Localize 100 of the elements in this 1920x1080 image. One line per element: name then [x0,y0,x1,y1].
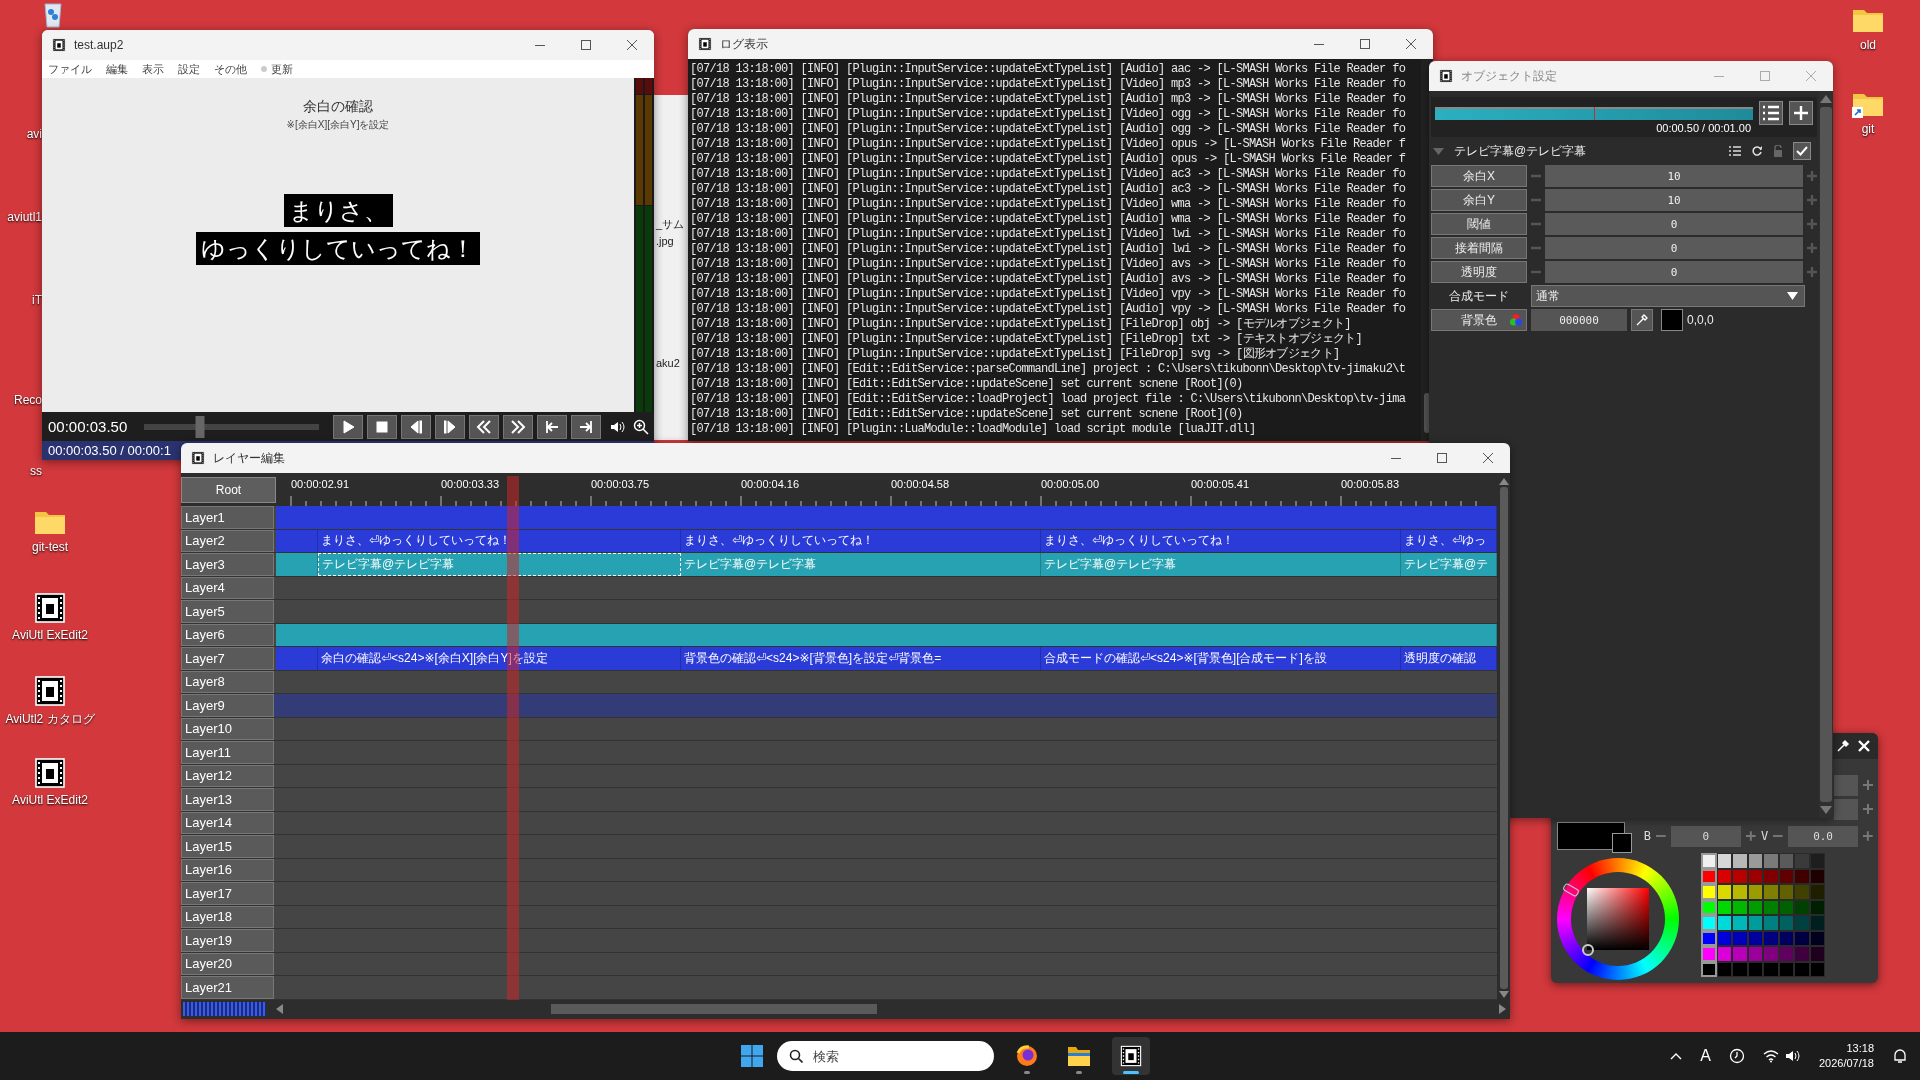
eyedropper-icon[interactable] [1836,739,1850,753]
palette-swatch[interactable] [1732,915,1748,931]
input-method-indicator[interactable]: A [1700,1047,1711,1065]
end-button[interactable] [571,414,601,439]
hex-field[interactable]: 000000 [1531,309,1627,331]
scroll-down-icon[interactable] [1820,806,1832,814]
plus-icon[interactable] [1863,831,1873,841]
parameter-button[interactable]: 接着間隔 [1431,237,1527,259]
palette-swatch[interactable] [1763,946,1779,962]
ff-button[interactable] [503,414,533,439]
color-swatch[interactable] [1661,309,1683,331]
palette-swatch[interactable] [1794,884,1810,900]
menu-item[interactable]: 表示 [142,61,164,77]
parameter-button[interactable]: 背景色 [1431,309,1527,331]
palette-swatch[interactable] [1732,884,1748,900]
value-field[interactable]: 10 [1545,165,1803,187]
value-field[interactable]: 0 [1545,237,1803,259]
list-icon[interactable] [1729,145,1741,157]
scrollbar[interactable] [1819,91,1833,818]
timeline-clip[interactable] [276,529,318,552]
scroll-right-icon[interactable] [1499,1004,1506,1015]
layer-label[interactable]: Layer20 [181,952,274,975]
scroll-left-icon[interactable] [276,1004,283,1015]
maximize-icon[interactable] [1436,452,1448,464]
scroll-up-icon[interactable] [1498,478,1509,485]
scene-button[interactable]: Root [181,477,276,503]
plus-icon[interactable] [1807,171,1817,181]
timeline-clip[interactable]: 透明度の確認 [1401,647,1497,670]
menu-item[interactable]: その他 [214,61,247,77]
palette-swatch[interactable] [1794,946,1810,962]
desktop-icon-label[interactable]: iT [0,293,42,307]
layer-label[interactable]: Layer21 [181,976,274,999]
plus-icon[interactable] [1807,195,1817,205]
menu-item[interactable]: 編集 [106,61,128,77]
horizontal-scrollbar[interactable] [276,1004,1506,1015]
plus-icon[interactable] [1746,831,1756,841]
maximize-icon[interactable] [580,39,592,51]
timeline-clip[interactable]: まりさ、⏎ゆっ [1401,529,1497,552]
timeline-clip[interactable] [276,553,318,576]
saturation-square[interactable] [1587,888,1649,950]
parameter-button[interactable]: 余白X [1431,165,1527,187]
layer-label[interactable]: Layer5 [181,600,274,623]
layer-label[interactable]: Layer4 [181,576,274,599]
rew-button[interactable] [469,414,499,439]
play-button[interactable] [333,414,363,439]
palette-swatch[interactable] [1763,915,1779,931]
layer-label[interactable]: Layer13 [181,788,274,811]
desktop-icon-label[interactable]: git [1861,122,1875,136]
desktop-icon-label[interactable]: AviUtl2 カタログ [5,711,95,728]
desktop-icon-label[interactable]: AviUtl ExEdit2 [12,628,88,642]
timeline-clip[interactable] [276,506,1497,529]
zoom-slider[interactable] [183,1002,266,1017]
layer-label[interactable]: Layer10 [181,717,274,740]
next-button[interactable] [435,414,465,439]
timeline-clip[interactable]: まりさ、⏎ゆっくりしていってね！ [318,529,681,552]
desktop-icon-label[interactable]: avi [0,127,42,141]
palette-swatch[interactable] [1701,915,1717,931]
update-menu-item[interactable]: 更新 [271,61,293,77]
scrollbar[interactable] [1497,476,1510,1000]
layer-label[interactable]: Layer3 [181,553,274,576]
layer-label[interactable]: Layer7 [181,647,274,670]
layer-label[interactable]: Layer9 [181,694,274,717]
wifi-icon[interactable] [1762,1049,1779,1063]
plus-icon[interactable] [1807,267,1817,277]
layer-label[interactable]: Layer19 [181,929,274,952]
palette-swatch[interactable] [1732,853,1748,869]
layer-label[interactable]: Layer18 [181,905,274,928]
value-field[interactable]: 0 [1545,261,1803,283]
layer-label[interactable]: Layer8 [181,670,274,693]
plus-icon[interactable] [1863,804,1873,814]
close-icon[interactable] [1482,452,1494,464]
value-field[interactable] [1834,774,1858,796]
parameter-button[interactable]: 閾値 [1431,213,1527,235]
timeline-clip[interactable]: まりさ、⏎ゆっくりしていってね！ [1041,529,1401,552]
menu-item[interactable]: 設定 [178,61,200,77]
value-handle[interactable] [1582,944,1594,956]
parameter-button[interactable]: 余白Y [1431,189,1527,211]
layer-label[interactable]: Layer16 [181,858,274,881]
desktop-icon-label[interactable]: Reco [0,393,42,407]
timeline-clip[interactable]: 余白の確認⏎<s24>※[余白X][余白Y]を設定 [318,647,681,670]
desktop-icon-label[interactable]: aviutl1 [0,210,42,224]
layer-label[interactable]: Layer1 [181,506,274,529]
timeline-clip[interactable] [276,623,1497,646]
recycle-bin-icon[interactable] [42,2,64,28]
value-field[interactable] [1834,798,1858,820]
clock-time[interactable]: 13:18 [1846,1041,1874,1056]
desktop-icon-label[interactable]: git-test [32,540,68,554]
zoom-icon[interactable] [633,418,649,435]
clock-date[interactable]: 2026/07/18 [1818,1056,1874,1071]
palette-swatch[interactable] [1701,853,1717,869]
palette-swatch[interactable] [1701,946,1717,962]
palette-swatch[interactable] [1701,884,1717,900]
layer-label[interactable]: Layer15 [181,835,274,858]
start-button[interactable] [537,414,567,439]
palette-swatch[interactable] [1732,946,1748,962]
scroll-up-icon[interactable] [1820,95,1832,103]
plus-icon[interactable] [1807,219,1817,229]
add-button[interactable] [1789,101,1813,125]
timeline-clip[interactable] [276,647,318,670]
search-field[interactable]: 検索 [776,1041,994,1071]
